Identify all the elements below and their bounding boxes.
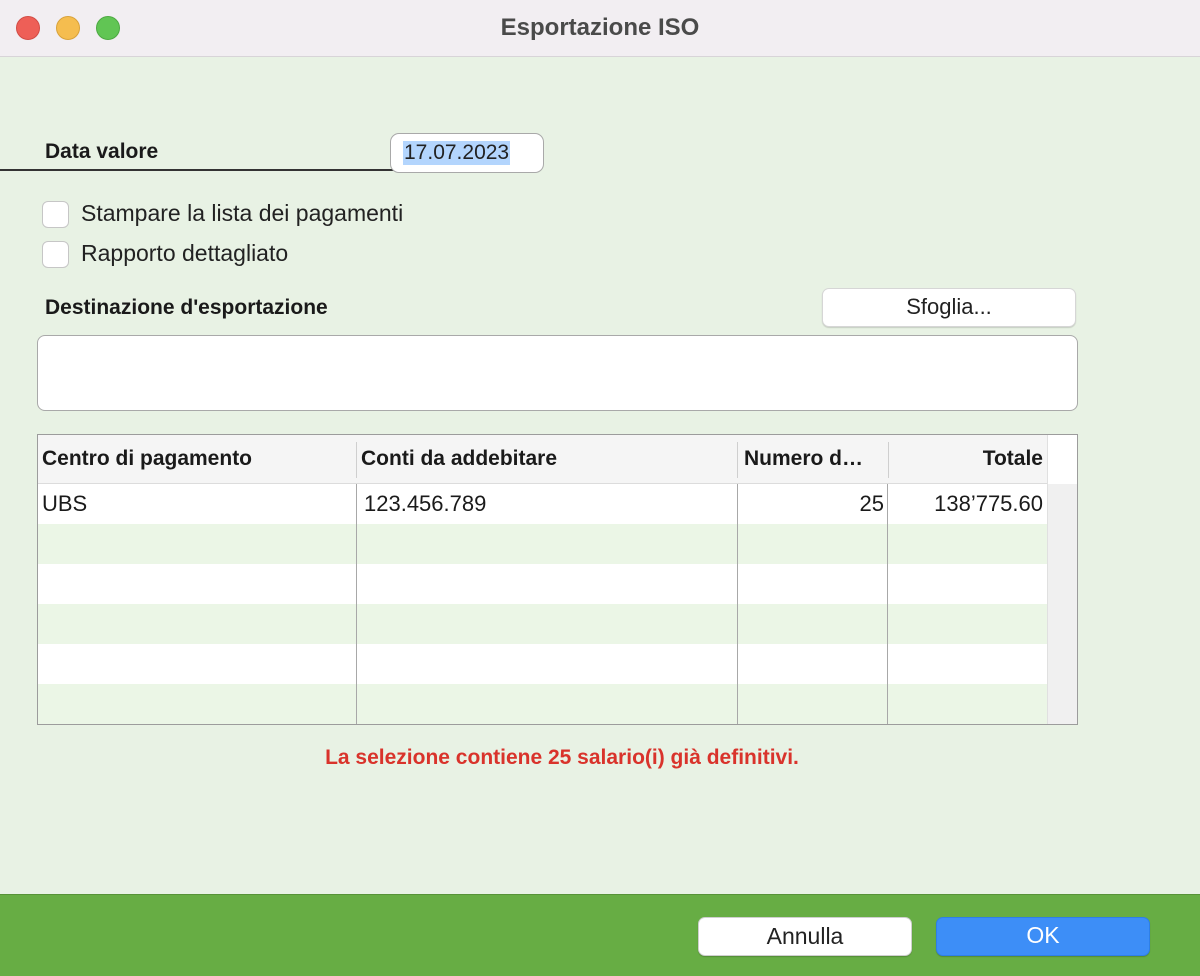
destination-label: Destinazione d'esportazione: [45, 296, 328, 319]
table-row-empty[interactable]: [38, 564, 1047, 604]
column-header-payment-center[interactable]: Centro di pagamento: [38, 435, 356, 484]
dialog-window: Esportazione ISO Data valore 17.07.2023 …: [0, 0, 1200, 976]
table-scrollbar[interactable]: [1047, 484, 1077, 724]
cancel-button[interactable]: Annulla: [698, 917, 912, 956]
table-row[interactable]: UBS 123.456.789 25 138’775.60: [38, 484, 1047, 524]
table-corner: [1047, 435, 1077, 484]
cell-total: 138’775.60: [934, 491, 1043, 516]
window-title: Esportazione ISO: [500, 14, 700, 41]
column-separator[interactable]: [737, 442, 738, 478]
destination-field[interactable]: [37, 335, 1078, 411]
browse-button[interactable]: Sfoglia...: [822, 288, 1076, 327]
date-label: Data valore: [45, 140, 159, 163]
column-header-accounts[interactable]: Conti da addebitare: [357, 435, 737, 484]
column-divider: [737, 484, 738, 724]
button-bar: Annulla OK: [0, 894, 1200, 976]
table-header: Centro di pagamento Conti da addebitare …: [38, 435, 1047, 484]
cell-accounts: 123.456.789: [364, 491, 487, 516]
ok-button[interactable]: OK: [936, 917, 1150, 956]
table-row-empty[interactable]: [38, 684, 1047, 724]
column-divider: [356, 484, 357, 724]
cell-number: 25: [859, 491, 884, 516]
date-input-value: 17.07.2023: [403, 141, 511, 165]
column-header-total[interactable]: Totale: [889, 435, 1047, 484]
payment-table: Centro di pagamento Conti da addebitare …: [37, 434, 1078, 725]
table-row-empty[interactable]: [38, 644, 1047, 684]
warning-message: La selezione contiene 25 salario(i) già …: [325, 746, 799, 769]
detailed-report-checkbox[interactable]: [42, 241, 69, 268]
column-header-number[interactable]: Numero d…: [740, 435, 888, 484]
title-bar: Esportazione ISO: [0, 0, 1200, 57]
detailed-report-label[interactable]: Rapporto dettagliato: [81, 240, 288, 267]
date-input[interactable]: 17.07.2023: [390, 133, 544, 173]
print-list-checkbox[interactable]: [42, 201, 69, 228]
print-list-label[interactable]: Stampare la lista dei pagamenti: [81, 200, 403, 227]
column-divider: [887, 484, 888, 724]
cell-payment-center: UBS: [42, 491, 88, 516]
table-row-empty[interactable]: [38, 604, 1047, 644]
table-row-empty[interactable]: [38, 524, 1047, 564]
